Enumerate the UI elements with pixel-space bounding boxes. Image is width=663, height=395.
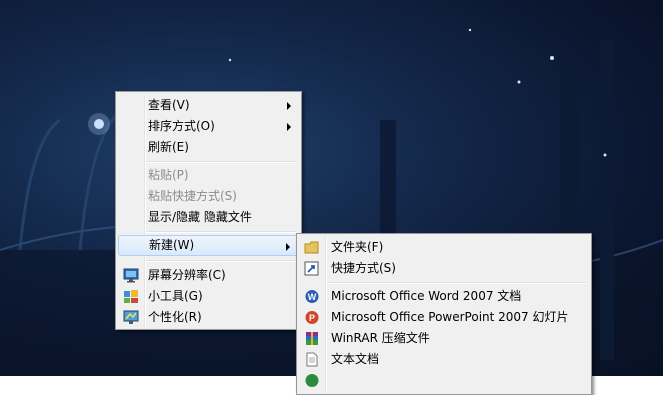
new-submenu-item-shortcut[interactable]: 快捷方式(S): [299, 258, 589, 279]
screen-resolution-icon: [123, 268, 139, 283]
menu-item-new[interactable]: 新建(W): [118, 235, 299, 256]
menu-separator: [327, 282, 587, 284]
gadgets-icon: [123, 289, 139, 304]
svg-text:W: W: [308, 292, 317, 302]
menu-separator: [146, 231, 297, 233]
menu-item-sort-by[interactable]: 排序方式(O): [118, 116, 299, 137]
menu-separator: [146, 161, 297, 163]
new-submenu-item-partial[interactable]: [299, 370, 589, 391]
new-submenu-item-folder[interactable]: 文件夹(F): [299, 237, 589, 258]
menu-item-screen-resolution[interactable]: 屏幕分辨率(C): [118, 265, 299, 286]
menu-item-gadgets[interactable]: 小工具(G): [118, 286, 299, 307]
excel-icon: [304, 373, 320, 388]
new-submenu-item-text-document[interactable]: 文本文档: [299, 349, 589, 370]
submenu-arrow-icon: [287, 123, 291, 131]
menu-item-toggle-hidden-files[interactable]: 显示/隐藏 隐藏文件: [118, 207, 299, 228]
menu-item-personalize[interactable]: 个性化(R): [118, 307, 299, 328]
winrar-icon: [304, 331, 320, 346]
new-submenu: 文件夹(F) 快捷方式(S) W Microsoft Office Word 2…: [296, 233, 592, 395]
menu-separator: [146, 260, 297, 262]
svg-text:P: P: [309, 313, 315, 323]
shortcut-icon: [304, 261, 320, 276]
submenu-arrow-icon: [287, 102, 291, 110]
text-document-icon: [304, 352, 320, 367]
folder-icon: [304, 240, 320, 255]
word-icon: W: [304, 289, 320, 304]
submenu-arrow-icon: [286, 243, 290, 251]
menu-item-refresh[interactable]: 刷新(E): [118, 137, 299, 158]
menu-item-paste: 粘贴(P): [148, 168, 189, 182]
new-submenu-item-powerpoint[interactable]: P Microsoft Office PowerPoint 2007 幻灯片: [299, 307, 589, 328]
desktop-context-menu: 查看(V) 排序方式(O) 刷新(E) 粘贴(P) 粘贴快捷方式(S) 显示/隐…: [115, 91, 302, 330]
menu-item-view[interactable]: 查看(V): [118, 95, 299, 116]
new-submenu-item-winrar[interactable]: WinRAR 压缩文件: [299, 328, 589, 349]
menu-item-paste-shortcut: 粘贴快捷方式(S): [148, 189, 237, 203]
powerpoint-icon: P: [304, 310, 320, 325]
personalize-icon: [123, 310, 139, 325]
new-submenu-item-word-doc[interactable]: W Microsoft Office Word 2007 文档: [299, 286, 589, 307]
